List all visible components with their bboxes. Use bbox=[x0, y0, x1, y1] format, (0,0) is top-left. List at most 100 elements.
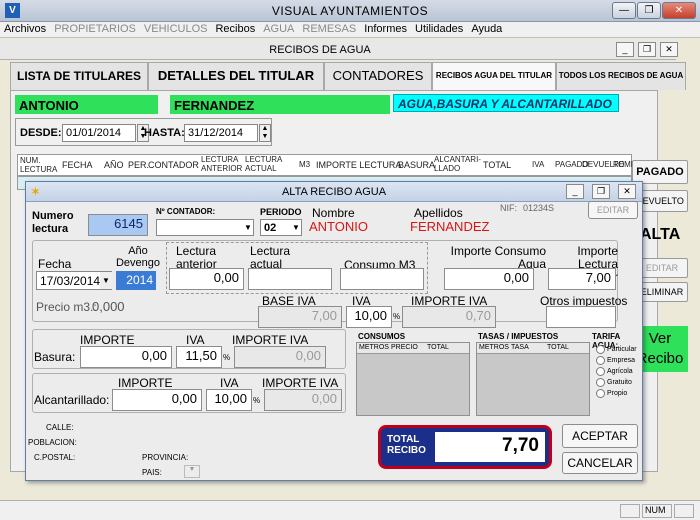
menu-vehiculos[interactable]: VEHICULOS bbox=[140, 22, 212, 36]
menu-informes[interactable]: Informes bbox=[360, 22, 411, 36]
numero-lectura-input[interactable]: 6145 bbox=[88, 214, 148, 236]
desde-label: DESDE: bbox=[20, 127, 62, 139]
otros-impuestos-input[interactable] bbox=[546, 306, 616, 328]
contador-select[interactable] bbox=[156, 219, 254, 236]
child-window-titlebar: RECIBOS DE AGUA _ ❐ ✕ bbox=[0, 40, 678, 60]
hasta-label: HASTA: bbox=[144, 127, 185, 139]
nif-value: 01234S bbox=[523, 203, 555, 213]
aceptar-button[interactable]: ACEPTAR bbox=[562, 424, 638, 448]
basura-importe-iva-input[interactable]: 0,00 bbox=[234, 346, 326, 368]
consumo-input[interactable] bbox=[340, 268, 424, 290]
consumos-grid[interactable]: METROS PRECIO TOTAL bbox=[356, 342, 470, 416]
desde-date-input[interactable]: 01/01/2014 bbox=[62, 124, 136, 142]
alc-importe-iva-input[interactable]: 0,00 bbox=[264, 389, 342, 411]
chevron-down-icon[interactable]: ▼ bbox=[242, 220, 254, 235]
alc-pct: % bbox=[253, 396, 261, 405]
dialog-titlebar: ✶ ALTA RECIBO AGUA _ ❐ ✕ bbox=[26, 182, 642, 202]
tasas-col-metros: METROS bbox=[479, 344, 509, 351]
fecha-label: Fecha bbox=[38, 257, 72, 271]
menu-utilidades[interactable]: Utilidades bbox=[411, 22, 467, 36]
fecha-dropdown-icon[interactable]: ▼ bbox=[100, 272, 112, 289]
col-anio: AÑO bbox=[104, 160, 124, 170]
tasas-label: TASAS / IMPUESTOS bbox=[478, 332, 559, 341]
basura-importe-label: IMPORTE bbox=[80, 333, 135, 347]
tarifa-propio-radio[interactable]: Propio bbox=[596, 388, 637, 399]
dialog-close-button[interactable]: ✕ bbox=[618, 184, 636, 199]
date-range-group: DESDE: 01/01/2014 ▲ ▼ HASTA: 31/12/2014 ▲… bbox=[15, 118, 272, 146]
alcantarillado-label: Alcantarillado: bbox=[34, 393, 110, 407]
tab-lista-titulares[interactable]: LISTA DE TITULARES bbox=[10, 62, 148, 90]
tarifa-agricola-radio[interactable]: Agrícola bbox=[596, 366, 637, 377]
alc-iva-input[interactable]: 10,00 bbox=[206, 389, 252, 411]
col-iva: IVA bbox=[532, 160, 545, 169]
cancelar-button[interactable]: CANCELAR bbox=[562, 452, 638, 474]
col-num-lectura: NUM. LECTURA bbox=[20, 156, 58, 174]
base-iva-input[interactable]: 7,00 bbox=[258, 306, 342, 328]
tasas-grid[interactable]: METROS TASA TOTAL bbox=[476, 342, 590, 416]
importe-iva-input[interactable]: 0,70 bbox=[402, 306, 496, 328]
basura-iva-input[interactable]: 11,50 bbox=[176, 346, 222, 368]
dialog-minimize-button[interactable]: _ bbox=[566, 184, 584, 199]
alc-importe-iva-label: IMPORTE IVA bbox=[262, 376, 339, 390]
importe-lectura-input[interactable]: 7,00 bbox=[548, 268, 616, 290]
tab-detalles-titular[interactable]: DETALLES DEL TITULAR bbox=[148, 62, 324, 90]
status-pane-empty bbox=[620, 504, 640, 518]
consumos-col-total: TOTAL bbox=[427, 344, 449, 351]
nombre-value: ANTONIO bbox=[309, 219, 368, 234]
basura-importe-input[interactable]: 0,00 bbox=[80, 346, 172, 368]
tarifa-gratuito-radio[interactable]: Gratuito bbox=[596, 377, 637, 388]
eliminar-button[interactable]: ELIMINAR bbox=[636, 282, 688, 302]
hasta-spinner[interactable]: ▲ ▼ bbox=[259, 124, 271, 142]
menu-recibos[interactable]: Recibos bbox=[211, 22, 259, 36]
calle-label: CALLE: bbox=[46, 423, 74, 432]
editar-recibo-button[interactable]: EDITAR bbox=[636, 258, 688, 278]
tarifa-particular-radio[interactable]: Particular bbox=[596, 344, 637, 355]
menu-remesas[interactable]: REMESAS bbox=[298, 22, 360, 36]
anio-label: Año Devengo bbox=[115, 245, 161, 269]
importe-consumo-input[interactable]: 0,00 bbox=[444, 268, 534, 290]
cpostal-label: C.POSTAL: bbox=[34, 453, 76, 462]
nombre-label: Nombre bbox=[312, 206, 355, 220]
apellidos-value: FERNANDEZ bbox=[410, 219, 490, 234]
tarifa-empresa-radio[interactable]: Empresa bbox=[596, 355, 637, 366]
tab-todos-recibos-agua[interactable]: TODOS LOS RECIBOS DE AGUA bbox=[556, 62, 686, 90]
menu-propietarios[interactable]: PROPIETARIOS bbox=[50, 22, 140, 36]
titular-tipo-servicio: AGUA,BASURA Y ALCANTARILLADO bbox=[393, 94, 619, 112]
tab-contadores[interactable]: CONTADORES bbox=[324, 62, 432, 90]
periodo-chevron-icon[interactable]: ▼ bbox=[290, 220, 302, 235]
menu-archivos[interactable]: Archivos bbox=[0, 22, 50, 36]
alta-button[interactable]: ALTA bbox=[640, 226, 680, 244]
menu-ayuda[interactable]: Ayuda bbox=[467, 22, 506, 36]
basura-pct: % bbox=[223, 353, 231, 362]
maximize-button[interactable]: ❐ bbox=[637, 2, 661, 19]
child-close-button[interactable]: ✕ bbox=[660, 42, 678, 57]
consumos-label: CONSUMOS bbox=[358, 332, 406, 341]
dialog-maximize-button[interactable]: ❐ bbox=[592, 184, 610, 199]
dialog-editar-button[interactable]: EDITAR bbox=[588, 201, 638, 219]
alta-recibo-dialog: ✶ ALTA RECIBO AGUA _ ❐ ✕ Numero lectura … bbox=[25, 181, 643, 481]
iva-input[interactable]: 10,00 bbox=[346, 306, 392, 328]
col-alcantarillado: ALCANTARI- LLADO bbox=[434, 155, 481, 173]
col-fecha: FECHA bbox=[62, 160, 93, 170]
tab-recibos-agua-titular[interactable]: RECIBOS AGUA DEL TITULAR bbox=[432, 62, 556, 90]
anio-input[interactable]: 2014 bbox=[116, 271, 156, 290]
hasta-date-input[interactable]: 31/12/2014 bbox=[184, 124, 258, 142]
alc-importe-input[interactable]: 0,00 bbox=[112, 389, 202, 411]
lectura-actual-input[interactable] bbox=[248, 268, 332, 290]
minimize-button[interactable]: — bbox=[612, 2, 636, 19]
col-total: TOTAL bbox=[483, 160, 512, 170]
col-lectura-anterior: LECTURA ANTERIOR bbox=[201, 155, 243, 173]
lectura-anterior-input[interactable]: 0,00 bbox=[169, 268, 244, 290]
col-basura: BASURA bbox=[398, 160, 436, 170]
tasas-col-total: TOTAL bbox=[547, 344, 569, 351]
close-button[interactable]: ✕ bbox=[662, 2, 696, 19]
pais-dropdown-icon[interactable]: ▼ bbox=[184, 465, 200, 478]
app-title: VISUAL AYUNTAMIENTOS bbox=[271, 4, 429, 18]
child-restore-button[interactable]: ❐ bbox=[638, 42, 656, 57]
child-minimize-button[interactable]: _ bbox=[616, 42, 634, 57]
precio-m3-label: Precio m3.: bbox=[36, 300, 97, 314]
menu-bar: Archivos PROPIETARIOS VEHICULOS Recibos AGUA… bbox=[0, 22, 700, 38]
status-pane-end bbox=[674, 504, 694, 518]
menu-agua[interactable]: AGUA bbox=[259, 22, 298, 36]
nif-label: NIF: bbox=[500, 203, 517, 213]
